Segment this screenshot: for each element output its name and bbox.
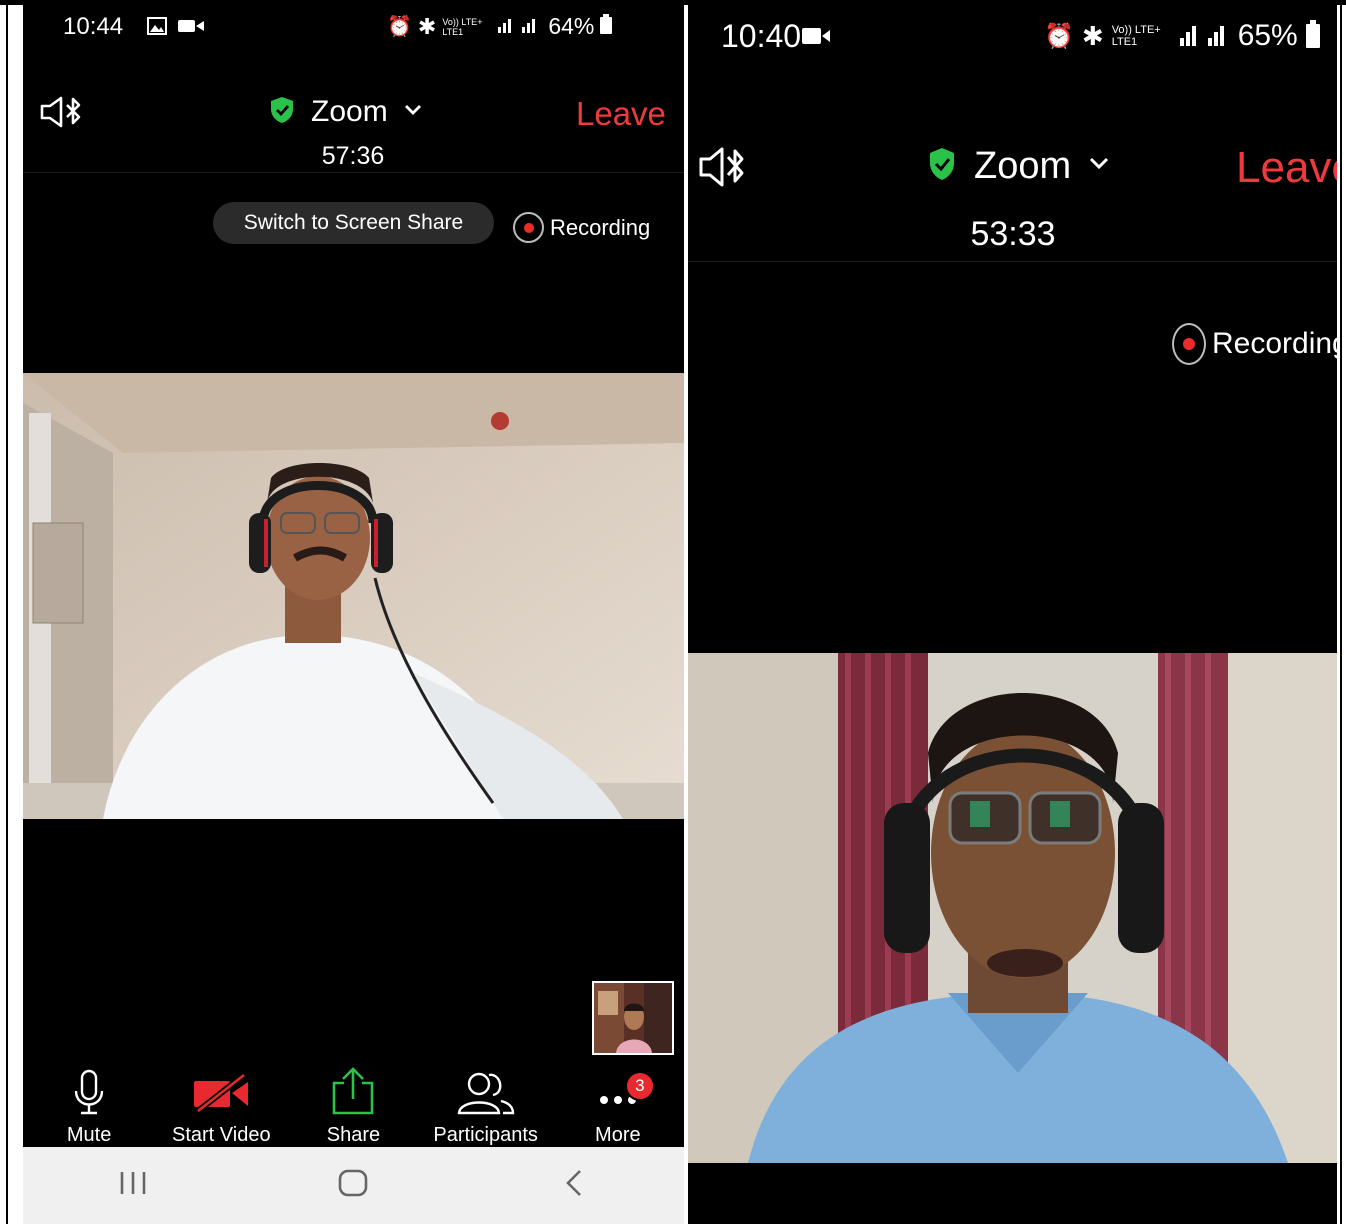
recording-label: Recording [550,214,651,240]
status-bar: 10:40 ⏰ ✱ Vo)) LTE+ LTE1 65% [688,5,1337,65]
battery-percent: 65% [1237,19,1298,52]
zoom-meeting-screen-left: 10:44 ⏰ ✱ Vo)) LTE+ LTE1 64% Zoom Leave … [23,5,684,1224]
microphone-icon [72,1069,106,1124]
encryption-shield-icon [269,96,295,129]
recording-icon [1172,323,1206,365]
meeting-toolbar: Mute Start Video Share Participants 3 Mo… [23,1067,684,1147]
participants-label: Participants [433,1124,538,1146]
active-speaker-video [688,653,1337,1163]
recents-icon [118,1170,148,1201]
start-video-label: Start Video [171,1124,271,1146]
header-divider [23,172,684,173]
battery-icon [1305,19,1320,53]
back-button[interactable] [534,1156,614,1216]
battery-percent: 64% [548,13,595,39]
recording-icon [513,212,544,243]
battery-icon [600,14,613,39]
mute-label: Mute [66,1124,112,1146]
right-border-line [1340,0,1342,1224]
leave-button[interactable]: Leave [576,95,666,133]
network-indicator: Vo)) LTE+ LTE1 [1111,24,1161,48]
alarm-icon: ⏰ [387,15,412,38]
recording-indicator: Recording [513,212,650,243]
self-view-thumbnail[interactable] [592,981,674,1055]
back-icon [562,1168,586,1203]
camera-notification-icon [802,27,830,50]
zoom-meeting-screen-right: 10:40 ⏰ ✱ Vo)) LTE+ LTE1 65% Zoom Leave [688,5,1337,1224]
status-bar: 10:44 ⏰ ✱ Vo)) LTE+ LTE1 64% [23,5,684,50]
share-label: Share [326,1124,381,1146]
chevron-down-icon [404,103,422,121]
more-label: More [595,1124,641,1146]
more-button[interactable]: 3 More [553,1067,683,1147]
start-video-button[interactable]: Start Video [156,1067,286,1147]
recording-indicator: Recording [1172,323,1337,365]
share-button[interactable]: Share [288,1067,418,1147]
status-time: 10:44 [63,13,124,40]
more-badge: 3 [624,1071,655,1101]
gallery-notification-icon [147,17,167,40]
network-indicator: Vo)) LTE+ LTE1 [442,16,483,37]
video-off-icon [192,1071,250,1124]
camera-notification-icon [178,19,204,38]
meeting-title-text: Zoom [311,95,388,128]
home-button[interactable] [313,1156,393,1216]
signal-icon [498,15,542,38]
meeting-timer: 53:33 [970,215,1056,253]
bluetooth-audio-icon[interactable] [39,95,85,134]
recents-button[interactable] [93,1156,173,1216]
alarm-icon: ⏰ [1044,22,1074,50]
meeting-title[interactable]: Zoom [928,145,1109,188]
share-icon [330,1067,376,1124]
bluetooth-audio-icon[interactable] [698,145,748,194]
meeting-title-text: Zoom [974,145,1072,187]
bluetooth-icon: ✱ [417,13,437,39]
meeting-timer: 57:36 [321,142,385,170]
participants-icon [457,1071,515,1124]
switch-to-screen-share-label: Switch to Screen Share [243,211,464,234]
header-divider [688,261,1337,262]
recording-label: Recording [1212,327,1337,360]
android-navigation-bar [23,1147,684,1224]
status-time: 10:40 [721,18,802,54]
chevron-down-icon [1089,157,1109,176]
home-icon [337,1168,369,1203]
signal-icon [1179,22,1230,51]
switch-to-screen-share-button[interactable]: Switch to Screen Share [213,202,494,244]
bluetooth-icon: ✱ [1081,20,1104,51]
meeting-title[interactable]: Zoom [269,95,422,129]
leave-button[interactable]: Leave [1236,143,1337,193]
participants-button[interactable]: Participants [421,1067,551,1147]
left-border-line [6,0,8,1224]
mute-button[interactable]: Mute [24,1067,154,1147]
active-speaker-video [23,373,684,819]
encryption-shield-icon [928,147,956,186]
